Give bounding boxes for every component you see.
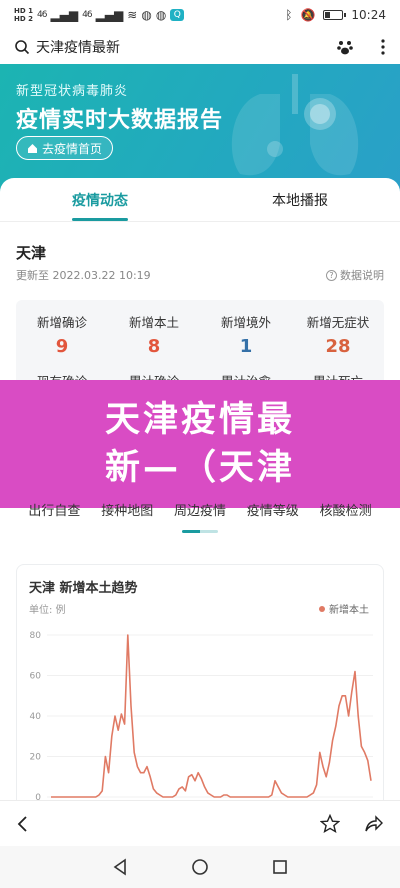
y-tick-label: 60 xyxy=(30,672,42,682)
stat-value: 1 xyxy=(239,336,253,357)
stat-value: 9 xyxy=(55,336,69,357)
tab-vaccination-map[interactable]: 接种地图 xyxy=(101,500,153,526)
signal-bars-icon: ▂▄▆ xyxy=(95,8,124,22)
overlay-headline-line1: 天津疫情最 xyxy=(104,400,295,440)
overlay-headline: 天津疫情最 新—（天津 xyxy=(0,380,400,508)
stat-label: 新增无症状 xyxy=(306,315,370,330)
status-bar: HD 1 HD 2 46 ▂▄▆ 46 ▂▄▆ ≋ ◍ ◍ Q ᛒ 🔕 10:2… xyxy=(0,0,400,30)
tab-epidemic-dynamics[interactable]: 疫情动态 xyxy=(0,180,200,221)
epidemic-home-label: 去疫情首页 xyxy=(42,141,103,156)
signal-2: 46 xyxy=(82,10,93,20)
epidemic-home-button[interactable]: 去疫情首页 xyxy=(16,136,114,160)
data-explanation-label: 数据说明 xyxy=(340,269,384,282)
search-query[interactable]: 天津疫情最新 xyxy=(36,37,120,57)
update-timestamp: 更新至 2022.03.22 10:19 xyxy=(16,269,151,282)
paw-icon[interactable] xyxy=(336,38,354,56)
banner-subtitle: 新型冠状病毒肺炎 xyxy=(16,84,129,99)
browser-toolbar xyxy=(0,800,400,846)
y-tick-label: 80 xyxy=(30,631,42,641)
tab-nearby-epidemic[interactable]: 周边疫情 xyxy=(174,500,226,526)
system-nav-bar xyxy=(0,846,400,888)
sim-indicators: HD 1 HD 2 xyxy=(14,7,33,23)
mute-icon: 🔕 xyxy=(300,8,316,22)
search-icon xyxy=(15,40,30,55)
chat-icon: ◍ xyxy=(141,8,152,22)
tab-local-report[interactable]: 本地播报 xyxy=(200,180,400,221)
tab-risk-level[interactable]: 疫情等级 xyxy=(247,500,299,526)
banner-title: 疫情实时大数据报告 xyxy=(16,108,224,133)
service-tabs: 出行自查 接种地图 周边疫情 疫情等级 核酸检测 xyxy=(0,500,400,526)
signal-1: 46 xyxy=(36,10,48,20)
app-notification-icon: Q xyxy=(170,9,185,21)
search-bar[interactable]: 天津疫情最新 xyxy=(0,30,400,64)
nav-recents-icon[interactable] xyxy=(272,859,288,875)
share-icon[interactable] xyxy=(364,814,384,833)
home-icon xyxy=(28,143,37,153)
tab-nucleic-test[interactable]: 核酸检测 xyxy=(320,500,372,526)
stat-label: 新增境外 xyxy=(220,315,271,330)
trend-chart-card: 天津 新增本土趋势 单位: 例 新增本土 0 20 40 60 80 xyxy=(16,564,384,814)
tab-travel-check[interactable]: 出行自查 xyxy=(28,500,80,526)
stat-value: 28 xyxy=(325,336,351,357)
y-tick-label: 20 xyxy=(30,753,42,763)
sim1-label: HD 1 xyxy=(14,7,33,15)
question-icon: ? xyxy=(326,269,337,281)
bookmark-star-icon[interactable] xyxy=(320,813,340,834)
covid-report-banner: 新型冠状病毒肺炎 疫情实时大数据报告 去疫情首页 xyxy=(0,64,400,194)
chat-icon-2: ◍ xyxy=(155,8,167,22)
stat-value: 8 xyxy=(147,336,161,357)
stat-label: 新增确诊 xyxy=(36,315,87,330)
data-explanation-link[interactable]: ? 数据说明 xyxy=(326,267,384,283)
clock: 10:24 xyxy=(351,8,386,22)
stat-label: 新增本土 xyxy=(128,315,179,330)
signal-bars-icon: ▂▄▆ xyxy=(50,8,79,22)
wifi-icon: ≋ xyxy=(127,8,138,22)
region-name: 天津 xyxy=(16,244,47,262)
y-tick-label: 40 xyxy=(30,712,42,722)
scroll-indicator xyxy=(182,530,218,533)
back-icon[interactable] xyxy=(16,815,30,833)
bluetooth-icon: ᛒ xyxy=(285,8,293,22)
overlay-headline-line2: 新—（天津 xyxy=(104,448,295,488)
battery-icon xyxy=(323,10,347,20)
more-menu-icon[interactable] xyxy=(380,38,386,56)
trend-chart: 020406080 xyxy=(30,631,382,804)
sim2-label: HD 2 xyxy=(14,15,33,23)
nav-home-icon[interactable] xyxy=(191,858,209,876)
nav-back-icon[interactable] xyxy=(112,858,128,876)
main-tabs: 疫情动态 本地播报 xyxy=(0,180,400,222)
lungs-virus-illustration xyxy=(231,74,359,176)
